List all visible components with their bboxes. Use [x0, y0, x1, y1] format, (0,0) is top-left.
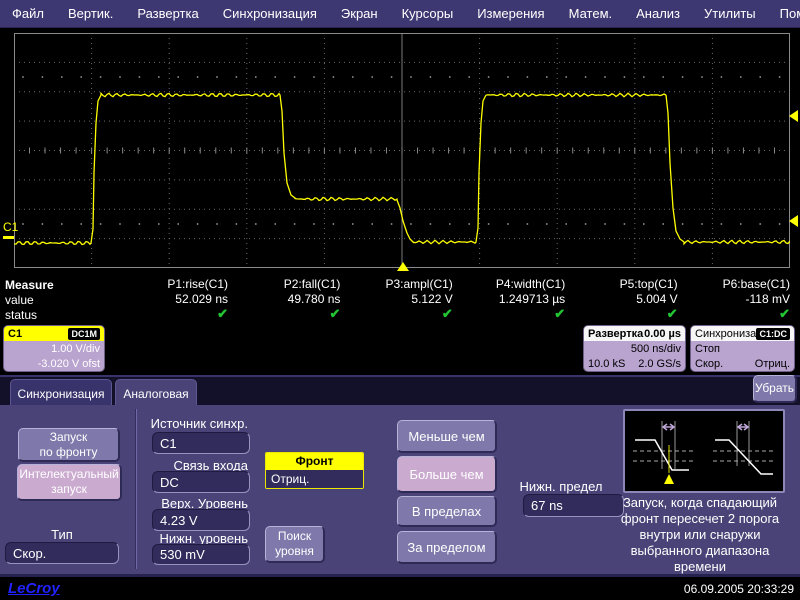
trigger-source-badge: C1:DC [756, 328, 790, 340]
trigger-descriptor[interactable]: Синхрониза C1:DC Стоп Скор. Отриц. [690, 325, 795, 372]
trigger-description-line: Запуск, когда спадающий [600, 495, 800, 511]
type-field[interactable]: Скор. [5, 542, 119, 564]
measure-value: -118 mV [680, 292, 790, 306]
lower-limit-label: Нижн. предел [500, 479, 622, 494]
measure-value: 5.122 V [343, 292, 453, 306]
lower-level-field[interactable]: 530 mV [152, 544, 250, 565]
trigger-description-line: времени [600, 559, 800, 575]
slew-rate-diagram-graphic [625, 411, 783, 491]
measure-status-check-icon: ✔ [680, 306, 790, 321]
type-label: Тип [5, 527, 119, 542]
trigger-description-line: фронт пересечет 2 порога [600, 511, 800, 527]
menu-item-8[interactable]: Матем. [569, 6, 613, 21]
slew-rate-diagram [623, 409, 785, 493]
coupling-field[interactable]: DC [152, 471, 250, 493]
dialog-tab-bar: Синхронизация Аналоговая [0, 375, 800, 405]
source-field[interactable]: C1 [152, 432, 250, 454]
range-button-1[interactable]: Меньше чем [397, 420, 497, 453]
timebase-rate: 2.0 GS/s [638, 357, 681, 372]
measure-status-check-icon: ✔ [230, 306, 340, 321]
menu-item-6[interactable]: Курсоры [402, 6, 454, 21]
measure-row-header: Measure [5, 278, 54, 292]
menu-item-9[interactable]: Анализ [636, 6, 680, 21]
waveform-grid [14, 33, 790, 268]
measure-status-check-icon: ✔ [568, 306, 678, 321]
measure-label: P3:ampl(C1) [343, 277, 453, 292]
measure-status-check-icon: ✔ [455, 306, 565, 321]
menu-item-4[interactable]: Синхронизация [223, 6, 317, 21]
upper-level-field[interactable]: 4.23 V [152, 509, 250, 531]
close-dialog-button[interactable]: Убрать [753, 375, 797, 403]
timebase-samples: 10.0 kS [588, 357, 625, 372]
channel-coupling-badge: DC1M [68, 328, 100, 340]
range-button-2[interactable]: Больше чем [397, 456, 497, 493]
find-level-button[interactable]: Поиск уровня [265, 526, 325, 563]
menu-bar: Файл Вертик. Развертка Синхронизация Экран Ку… [0, 0, 800, 28]
measure-label: P6:base(C1) [680, 277, 790, 292]
measure-column-p3[interactable]: P3:ampl(C1)5.122 V✔ [343, 277, 453, 325]
measure-label: P1:rise(C1) [118, 277, 228, 292]
timebase-delay: 0.00 µs [644, 328, 681, 340]
slope-label: Фронт [266, 453, 363, 470]
measure-column-p5[interactable]: P5:top(C1)5.004 V✔ [568, 277, 678, 325]
channel-zero-marker [3, 236, 14, 239]
menu-item-2[interactable]: Вертик. [68, 6, 113, 21]
measure-column-p6[interactable]: P6:base(C1)-118 mV✔ [680, 277, 790, 325]
measure-value: 1.249713 µs [455, 292, 565, 306]
smart-trigger-button[interactable]: Интелектуальный запуск [17, 464, 122, 501]
channel-offset: -3.020 V ofst [8, 357, 100, 372]
tab-analog[interactable]: Аналоговая [115, 379, 197, 407]
trigger-type: Скор. [695, 357, 723, 372]
trigger-state: Стоп [695, 342, 790, 357]
range-button-4[interactable]: За пределом [397, 531, 497, 564]
timebase-tdiv: 500 ns/div [588, 342, 681, 357]
measure-label: P4:width(C1) [455, 277, 565, 292]
menu-item-3[interactable]: Развертка [137, 6, 198, 21]
status-bar: LeCroy 06.09.2005 20:33:29 [0, 577, 800, 600]
upper-threshold-arrow-icon[interactable] [789, 110, 798, 122]
measure-column-p2[interactable]: P2:fall(C1)49.780 ns✔ [230, 277, 340, 325]
value-row-header: value [5, 293, 34, 307]
trigger-title: Синхрониза [695, 328, 756, 340]
measure-column-p4[interactable]: P4:width(C1)1.249713 µs✔ [455, 277, 565, 325]
timebase-descriptor[interactable]: Развертка 0.00 µs 500 ns/div 10.0 kS 2.0… [583, 325, 686, 372]
status-row-header: status [5, 308, 37, 322]
trigger-description-line: внутри или снаружи [600, 527, 800, 543]
lecroy-logo: LeCroy [8, 580, 60, 597]
lower-threshold-arrow-icon[interactable] [789, 215, 798, 227]
channel-trace-label: C1 [3, 220, 18, 234]
slope-value: Отриц. [266, 470, 363, 488]
channel-vdiv: 1.00 V/div [8, 342, 100, 357]
measure-value: 49.780 ns [230, 292, 340, 306]
menu-item-1[interactable]: Файл [12, 6, 44, 21]
edge-trigger-button[interactable]: Запуск по фронту [18, 428, 120, 462]
timebase-title: Развертка [588, 328, 643, 340]
measure-value: 52.029 ns [118, 292, 228, 306]
measure-status-check-icon: ✔ [118, 306, 228, 321]
smart-trigger-dialog: Запуск по фронту Интелектуальный запуск … [0, 405, 800, 577]
measure-label: P5:top(C1) [568, 277, 678, 292]
source-label: Источник синхр. [130, 416, 248, 431]
menu-item-10[interactable]: Утилиты [704, 6, 756, 21]
channel-descriptor[interactable]: C1 DC1M 1.00 V/div -3.020 V ofst [3, 325, 105, 372]
trigger-description-line: выбранного диапазона [600, 543, 800, 559]
trigger-description: Запуск, когда спадающийфронт пересечет 2… [600, 495, 800, 575]
trigger-slope: Отриц. [755, 357, 790, 372]
menu-item-11[interactable]: Помощь [780, 6, 800, 21]
oscilloscope-screen: Файл Вертик. Развертка Синхронизация Экран Ку… [0, 0, 800, 600]
tab-trigger[interactable]: Синхронизация [10, 379, 112, 407]
measure-status-check-icon: ✔ [343, 306, 453, 321]
range-button-3[interactable]: В пределах [397, 496, 497, 527]
waveform-plot [14, 33, 790, 268]
measure-column-p1[interactable]: P1:rise(C1)52.029 ns✔ [118, 277, 228, 325]
measure-value: 5.004 V [568, 292, 678, 306]
datetime: 06.09.2005 20:33:29 [684, 582, 794, 596]
measure-label: P2:fall(C1) [230, 277, 340, 292]
slope-selector[interactable]: Фронт Отриц. [265, 452, 364, 489]
menu-item-7[interactable]: Измерения [477, 6, 544, 21]
trigger-position-arrow-icon[interactable] [397, 262, 409, 271]
menu-item-5[interactable]: Экран [341, 6, 378, 21]
channel-descriptor-title: C1 [8, 328, 22, 340]
